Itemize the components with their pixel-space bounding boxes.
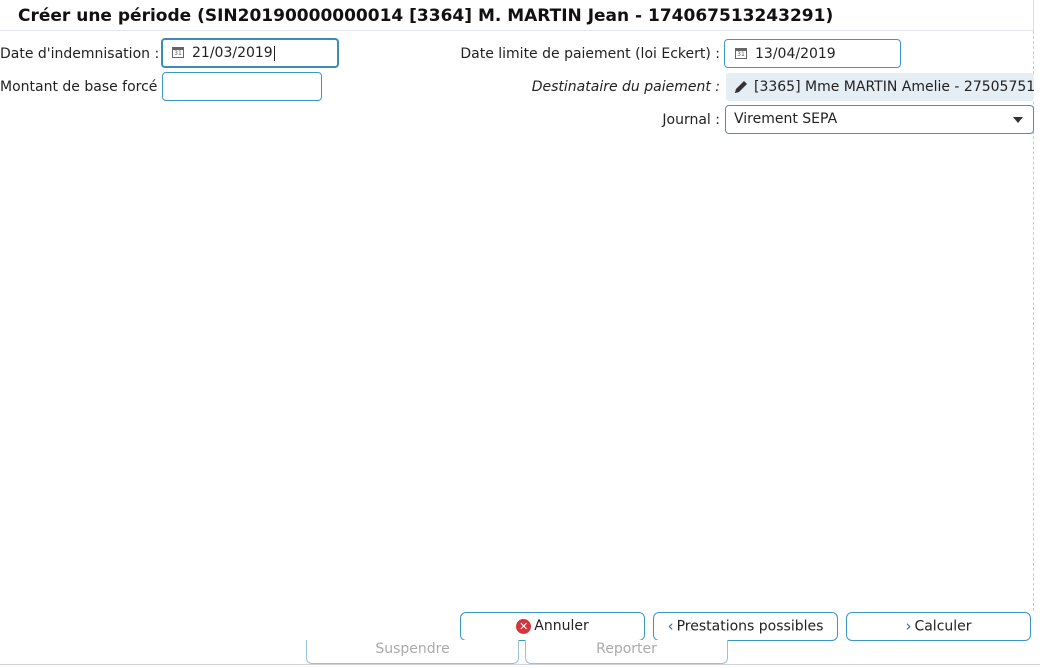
report-button-label: Reporter: [596, 641, 657, 657]
destinataire-label: Destinataire du paiement :: [531, 79, 720, 95]
date-indemnisation-value: 21/03/2019: [192, 45, 273, 61]
suspend-button[interactable]: Suspendre: [306, 640, 519, 664]
calculate-button[interactable]: › Calculer: [846, 612, 1031, 641]
cancel-button-label: Annuler: [534, 618, 589, 634]
date-limite-value: 13/04/2019: [755, 46, 836, 62]
date-indemnisation-field[interactable]: 31 21/03/2019: [161, 38, 339, 68]
text-caret: [273, 45, 275, 61]
chevron-left-icon: ‹: [667, 617, 674, 635]
prestations-button-label: Prestations possibles: [676, 618, 824, 635]
date-limite-field[interactable]: 31 13/04/2019: [724, 39, 901, 68]
date-limite-label: Date limite de paiement (loi Eckert) :: [460, 46, 720, 62]
calendar-icon[interactable]: 31: [735, 48, 747, 59]
calculate-button-label: Calculer: [914, 618, 972, 635]
date-indemnisation-label: Date d'indemnisation :: [0, 46, 160, 62]
montant-base-label: Montant de base forcé :: [0, 79, 167, 95]
pencil-icon[interactable]: [733, 79, 749, 95]
chevron-right-icon: ›: [905, 617, 912, 635]
report-button[interactable]: Reporter: [525, 640, 728, 664]
journal-value: Virement SEPA: [734, 111, 838, 127]
close-icon: ✕: [516, 618, 532, 634]
calendar-icon[interactable]: 31: [172, 47, 184, 58]
suspend-button-label: Suspendre: [375, 641, 450, 657]
prestations-button[interactable]: ‹ Prestations possibles: [653, 612, 838, 641]
cancel-button[interactable]: ✕ Annuler: [460, 612, 645, 641]
dialog-title: Créer une période (SIN20190000000014 [33…: [18, 6, 834, 26]
destinataire-field[interactable]: [3365] Mme MARTIN Amelie - 275057513: [726, 73, 1034, 101]
destinataire-value: [3365] Mme MARTIN Amelie - 275057513: [754, 79, 1034, 95]
journal-select[interactable]: Virement SEPA: [725, 105, 1034, 134]
dialog-header: Créer une période (SIN20190000000014 [33…: [0, 0, 1034, 31]
montant-base-field[interactable]: [162, 72, 322, 101]
chevron-down-icon[interactable]: [1013, 117, 1023, 123]
footer-divider: [0, 664, 1040, 665]
journal-label: Journal :: [662, 112, 720, 128]
